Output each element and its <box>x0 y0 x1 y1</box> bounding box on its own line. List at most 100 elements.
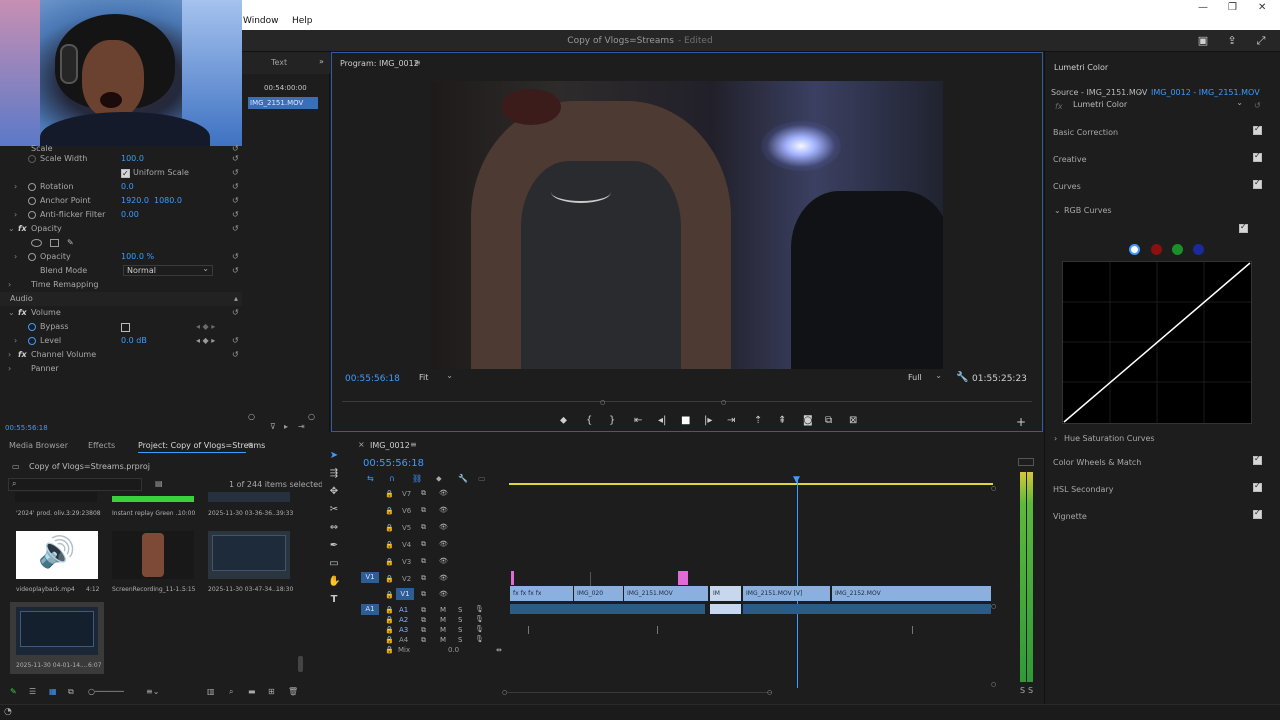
v1-clip-selected[interactable]: IM <box>710 586 742 601</box>
add-marker-icon[interactable]: ⬥ <box>560 415 567 426</box>
sync-lock-icon[interactable]: ⧉ <box>421 606 426 615</box>
keyframe-nav-icon[interactable]: ◂ ◆ ▸ <box>196 334 215 348</box>
fullscreen-icon[interactable]: ⤢ <box>1254 34 1268 48</box>
lock-icon[interactable]: 🔒 <box>385 606 394 614</box>
anchor-x-value[interactable]: 1920.0 <box>121 194 149 208</box>
lumetri-source[interactable]: Source - IMG_2151.MOV <box>1051 88 1147 97</box>
eye-icon[interactable]: 👁 <box>439 540 448 548</box>
reset-icon[interactable]: ↺ <box>232 306 239 320</box>
track-toggle-v1[interactable]: V1 <box>396 588 414 600</box>
creative-checkbox[interactable] <box>1253 151 1262 162</box>
keyframe-nav-icon[interactable]: ◂ ◆ ▸ <box>196 320 215 334</box>
share-icon[interactable]: ⇪ <box>1225 34 1239 48</box>
list-view-icon[interactable]: ☰ <box>29 687 36 696</box>
collapse-chevron-icon[interactable]: ⌄ <box>8 222 15 236</box>
snap-icon[interactable]: ∩ <box>389 474 395 483</box>
media-item-name[interactable]: ScreenRecording_11-1... <box>112 586 185 593</box>
chevron-down-icon[interactable]: ⌄ <box>1137 87 1144 96</box>
v1-clip[interactable]: IMG_2151.MOV <box>624 586 709 601</box>
status-icon[interactable]: ◔ <box>4 707 12 717</box>
expand-chevron-icon[interactable]: › <box>14 208 17 222</box>
lock-icon[interactable]: 🔒 <box>385 575 394 583</box>
collapse-chevron-icon[interactable]: ⌄ <box>1054 206 1061 215</box>
type-tool-icon[interactable]: T <box>328 594 340 606</box>
stopwatch-icon[interactable] <box>28 155 36 163</box>
new-folder-icon[interactable]: ▬ <box>248 687 256 696</box>
pen-tool-icon[interactable]: ✒ <box>328 540 340 552</box>
fx-badge-icon[interactable]: fx <box>18 348 27 362</box>
zoom-handle-icon[interactable]: ○ <box>248 412 255 421</box>
channel-volume-section[interactable]: Channel Volume <box>31 348 96 362</box>
sync-lock-icon[interactable]: ⧉ <box>421 540 426 549</box>
tab-text[interactable]: Text <box>271 58 287 67</box>
opacity-section[interactable]: Opacity <box>31 222 62 236</box>
curves-checkbox[interactable] <box>1253 178 1262 189</box>
sync-lock-icon[interactable]: ⧉ <box>421 506 426 515</box>
mix-value[interactable]: 0.0 <box>448 646 459 654</box>
volume-section[interactable]: Volume <box>31 306 61 320</box>
menu-item-window[interactable]: Window <box>243 16 279 26</box>
lock-icon[interactable]: 🔒 <box>385 616 394 624</box>
lock-icon[interactable]: 🔒 <box>385 490 394 498</box>
sort-icon[interactable]: ≡⌄ <box>146 687 159 696</box>
comparison-view-icon[interactable]: ⧉ <box>825 415 832 426</box>
media-item-name[interactable]: 2025-11-30 03-47-34.... <box>208 586 280 593</box>
expand-chevron-icon[interactable]: › <box>8 362 11 376</box>
lock-icon[interactable]: 🔒 <box>385 507 394 515</box>
basic-correction-section[interactable]: Basic Correction <box>1053 128 1118 137</box>
captions-icon[interactable]: ▭ <box>478 474 486 483</box>
program-video-frame[interactable] <box>431 81 943 369</box>
rgb-curves-section[interactable]: RGB Curves <box>1064 206 1112 215</box>
close-icon[interactable]: × <box>358 440 365 449</box>
lock-icon[interactable]: 🔒 <box>385 524 394 532</box>
export-icon[interactable]: ⇥ <box>298 422 305 431</box>
vignette-checkbox[interactable] <box>1253 508 1262 519</box>
v1-clip[interactable]: fx fx fx fx <box>510 586 574 601</box>
rectangle-mask-icon[interactable] <box>50 239 59 247</box>
reset-icon[interactable]: ↺ <box>232 166 239 180</box>
uniform-scale-checkbox[interactable] <box>121 167 130 181</box>
expand-chevron-icon[interactable]: › <box>8 348 11 362</box>
eye-icon[interactable]: 👁 <box>439 590 448 598</box>
media-thumbnail[interactable] <box>16 607 98 655</box>
v1-clip[interactable]: IMG_020 <box>574 586 624 601</box>
solo-icon[interactable]: S <box>458 606 462 614</box>
basic-correction-checkbox[interactable] <box>1253 124 1262 135</box>
sync-lock-icon[interactable]: ⧉ <box>421 636 426 645</box>
mute-icon[interactable]: M <box>440 626 446 634</box>
find-icon[interactable]: ⌕ <box>229 687 233 697</box>
media-item-name[interactable]: 2025-11-30 03-36-36.... <box>208 510 280 517</box>
expand-chevron-icon[interactable]: › <box>1054 434 1057 443</box>
hsl-secondary-section[interactable]: HSL Secondary <box>1053 485 1113 494</box>
sync-lock-icon[interactable]: ⧉ <box>421 489 426 498</box>
source-clip[interactable]: IMG_2151.MOV <box>248 97 318 109</box>
stopwatch-icon[interactable] <box>28 197 36 205</box>
zoom-handle-icon[interactable]: ○ <box>991 681 996 688</box>
anchor-y-value[interactable]: 1080.0 <box>154 194 182 208</box>
reset-icon[interactable]: ↺ <box>232 180 239 194</box>
scale-width-value[interactable]: 100.0 <box>121 152 144 166</box>
lumetri-title[interactable]: Lumetri Color <box>1054 63 1108 72</box>
filter-icon[interactable]: ⊽ <box>270 422 276 431</box>
media-item-name[interactable]: Instant replay Green ... <box>112 510 181 517</box>
eye-icon[interactable]: 👁 <box>439 523 448 531</box>
expand-chevron-icon[interactable]: › <box>14 250 17 264</box>
expand-chevron-icon[interactable]: › <box>14 334 17 348</box>
eye-icon[interactable]: 👁 <box>439 557 448 565</box>
linked-selection-icon[interactable]: ⛓ <box>412 474 422 483</box>
go-to-out-icon[interactable]: ⇥ <box>727 415 735 426</box>
lock-icon[interactable]: 🔒 <box>385 591 394 599</box>
stopwatch-icon[interactable] <box>28 253 36 261</box>
panel-menu-icon[interactable]: ≡ <box>414 58 421 67</box>
reset-icon[interactable]: ↺ <box>232 250 239 264</box>
workspaces-icon[interactable]: ▣ <box>1196 34 1210 48</box>
sync-lock-icon[interactable]: ⧉ <box>421 626 426 635</box>
media-thumbnail[interactable] <box>112 496 194 502</box>
button-editor-icon[interactable]: + <box>1016 415 1026 429</box>
zoom-handle-icon[interactable]: ○ <box>600 399 605 406</box>
sequence-tab[interactable]: IMG_0012 <box>370 441 410 450</box>
panel-menu-icon[interactable]: ≡ <box>410 440 417 449</box>
hsl-secondary-checkbox[interactable] <box>1253 481 1262 492</box>
stop-icon[interactable]: ■ <box>681 415 690 426</box>
lift-icon[interactable]: ⇡ <box>754 415 762 426</box>
